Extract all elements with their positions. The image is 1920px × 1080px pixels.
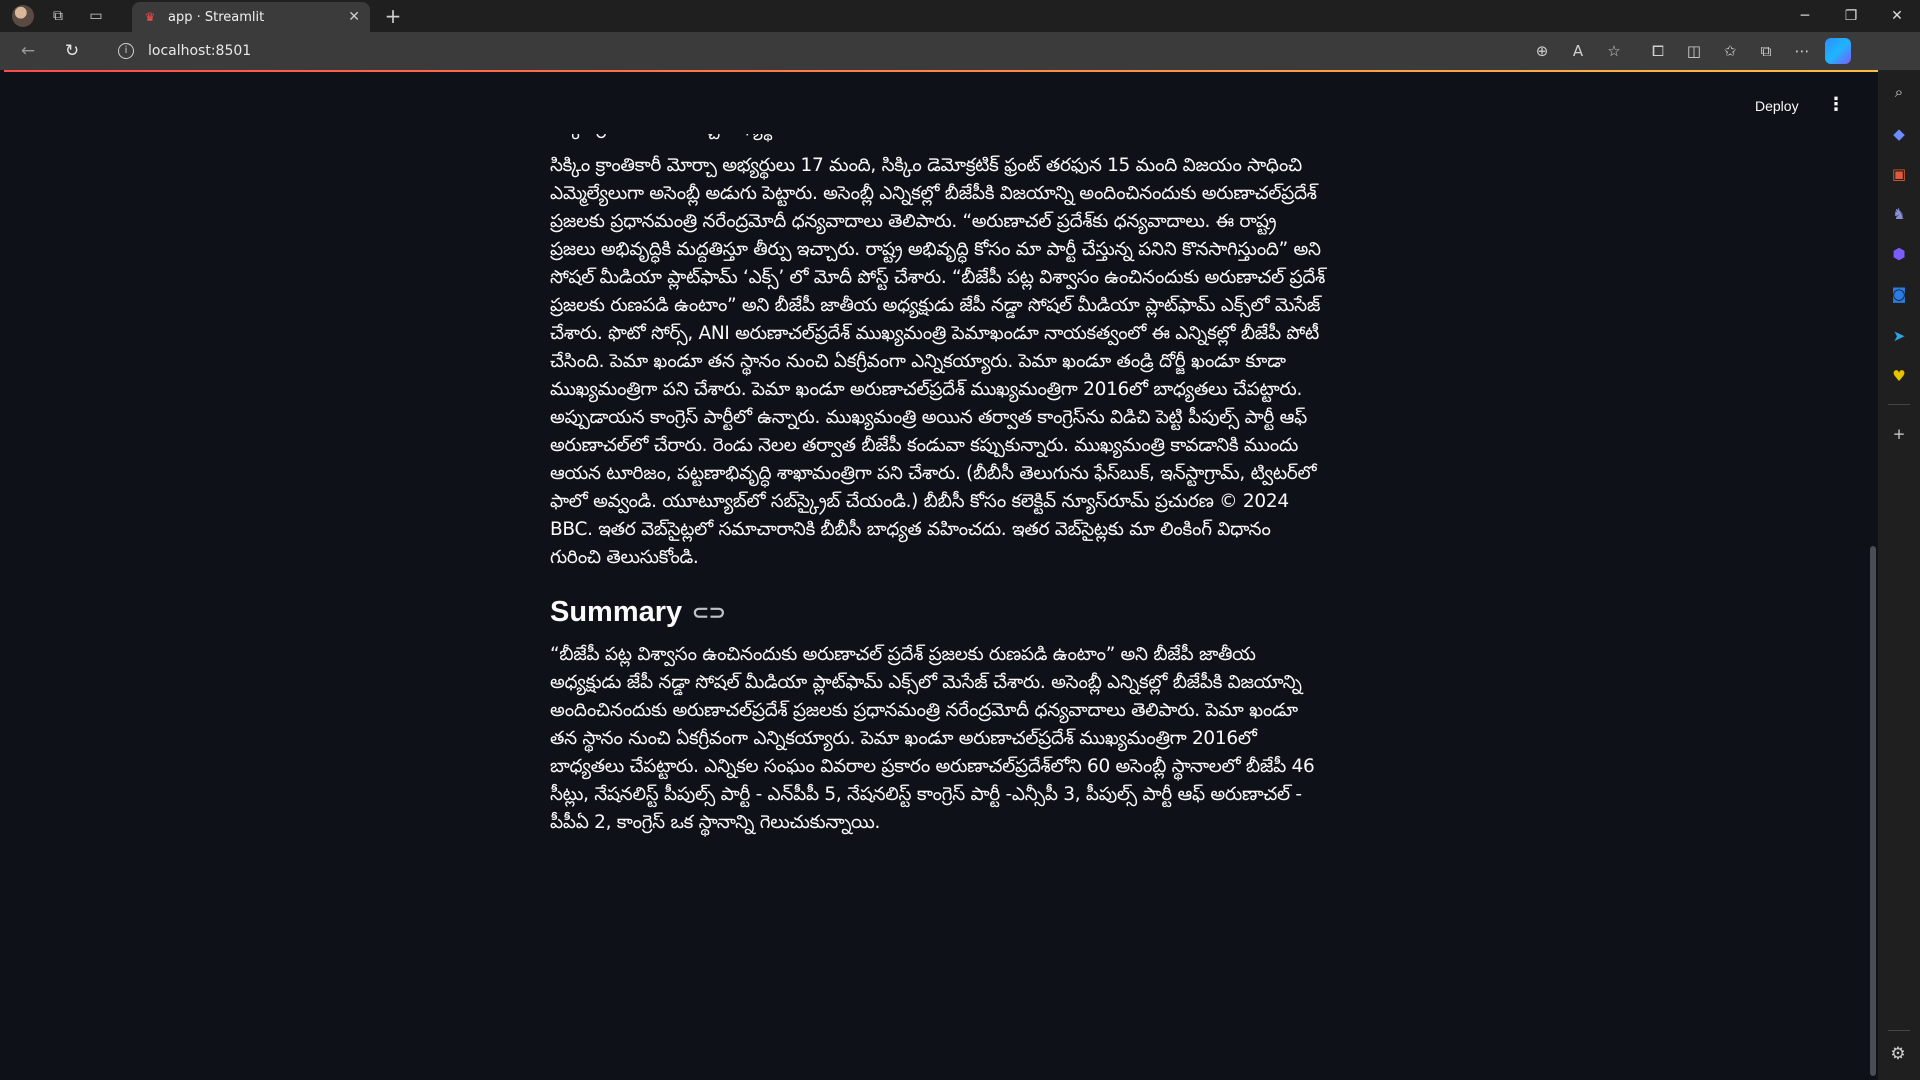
collections-icon[interactable]: ⧉ bbox=[1748, 36, 1784, 66]
office-icon[interactable]: ⬢ bbox=[1887, 242, 1911, 266]
app-viewport: Deploy ⋮ సిక్కిం క్రాంతికారీ మోర్చా అభ్య… bbox=[4, 70, 1878, 1076]
games-icon[interactable]: ♞ bbox=[1887, 202, 1911, 226]
minimize-button[interactable]: ─ bbox=[1782, 0, 1828, 32]
extensions-icon[interactable]: ⧠ bbox=[1640, 36, 1676, 66]
address-bar[interactable]: i localhost:8501 bbox=[104, 36, 1554, 66]
add-icon[interactable]: + bbox=[1887, 422, 1911, 446]
article-text: సిక్కిం క్రాంతికారీ మోర్చా అభ్యర్థులు 17… bbox=[550, 155, 1326, 568]
summary-text: “బీజేపీ పట్ల విశ్వాసం ఉంచినందుకు అరుణాచల… bbox=[550, 644, 1315, 833]
favorite-star-icon[interactable]: ☆ bbox=[1596, 36, 1632, 66]
split-screen-icon[interactable]: ◫ bbox=[1676, 36, 1712, 66]
tab-title: app · Streamlit bbox=[168, 9, 265, 25]
close-window-button[interactable]: ✕ bbox=[1874, 0, 1920, 32]
summary-heading: Summary ⊂⊃ bbox=[550, 596, 1326, 629]
vertical-tabs-icon[interactable]: ▭ bbox=[82, 2, 110, 30]
toolbar-right-icons: ⊕ A ☆ ⧠ ◫ ✩ ⧉ ⋯ bbox=[1524, 32, 1856, 70]
tab-close-icon[interactable]: ✕ bbox=[348, 9, 360, 25]
site-info-icon[interactable]: i bbox=[118, 43, 134, 59]
copilot-icon[interactable] bbox=[1820, 36, 1856, 66]
refresh-icon[interactable]: ↻ bbox=[56, 36, 88, 66]
toolbox-icon[interactable]: ▣ bbox=[1887, 162, 1911, 186]
tag-icon[interactable]: ◆ bbox=[1887, 122, 1911, 146]
sidebar-divider bbox=[1888, 404, 1910, 405]
app-decoration-bar bbox=[4, 70, 1878, 72]
sidebar-divider bbox=[1888, 1030, 1910, 1031]
browser-tab[interactable]: ♛ app · Streamlit ✕ bbox=[132, 2, 370, 32]
outlook-icon[interactable]: ◙ bbox=[1887, 282, 1911, 306]
workspaces-icon[interactable]: ⧉ bbox=[44, 2, 72, 30]
settings-icon[interactable]: ⚙ bbox=[1886, 1044, 1910, 1068]
more-icon[interactable]: ⋯ bbox=[1784, 36, 1820, 66]
restore-button[interactable]: ❐ bbox=[1828, 0, 1874, 32]
main-content: సిక్కిం క్రాంతికారీ మోర్చా అభ్యర్థులు 17… bbox=[550, 134, 1326, 837]
article-partial-line: సిక్కిం క్రాంతికారీ మోర్చా అభ్యర్థులు 17… bbox=[550, 134, 1326, 148]
streamlit-favicon-icon: ♛ bbox=[144, 10, 156, 24]
main-menu-icon[interactable]: ⋮ bbox=[1826, 94, 1846, 120]
url-text[interactable]: localhost:8501 bbox=[148, 43, 251, 59]
favorites-icon[interactable]: ✩ bbox=[1712, 36, 1748, 66]
profile-avatar[interactable] bbox=[12, 5, 34, 27]
edge-sidebar: ⌕ ◆ ▣ ♞ ⬢ ◙ ➤ ♥ + bbox=[1878, 70, 1920, 1080]
zoom-icon[interactable]: ⊕ bbox=[1524, 36, 1560, 66]
read-aloud-icon[interactable]: A bbox=[1560, 36, 1596, 66]
ext-icon[interactable]: ♥ bbox=[1887, 364, 1911, 388]
telegram-icon[interactable]: ➤ bbox=[1887, 324, 1911, 348]
anchor-link-icon[interactable]: ⊂⊃ bbox=[692, 600, 726, 625]
scrollbar[interactable] bbox=[1870, 546, 1876, 1076]
back-icon[interactable]: ← bbox=[12, 36, 44, 66]
summary-heading-text: Summary bbox=[550, 596, 683, 628]
deploy-button[interactable]: Deploy bbox=[1747, 94, 1807, 118]
new-tab-button[interactable]: + bbox=[380, 4, 406, 28]
search-icon[interactable]: ⌕ bbox=[1887, 80, 1911, 104]
